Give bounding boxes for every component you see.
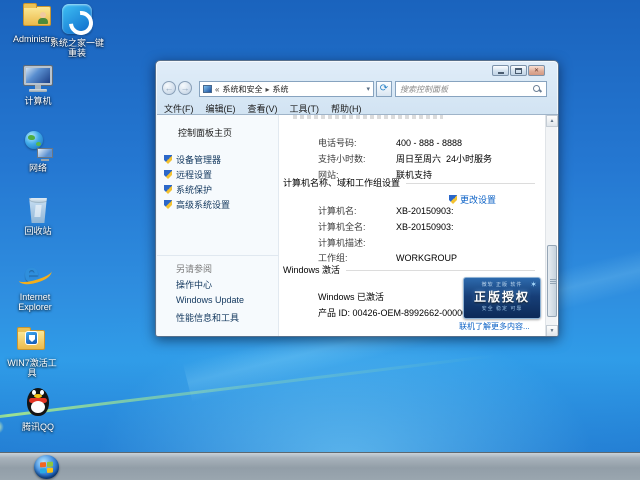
- badge-title-text: 正版授权: [473, 290, 530, 304]
- maximize-button[interactable]: [510, 65, 527, 76]
- forward-button[interactable]: →: [178, 81, 192, 95]
- genuine-license-badge[interactable]: 微软 正版 软件 正版授权 安全 稳定 可靠 ✶: [463, 277, 541, 319]
- address-bar[interactable]: « 系统和安全 ▸ 系统 ▾: [199, 81, 374, 97]
- desktop-icon-recycle-bin[interactable]: 回收站: [3, 196, 73, 236]
- sidebar-task-label: 远程设置: [176, 170, 213, 180]
- scroll-up-arrow-icon[interactable]: ▲: [546, 115, 558, 127]
- syshome-swirl-icon: [62, 4, 92, 36]
- desktop-icon-label: 系统之家一键重装: [49, 38, 104, 58]
- field-value: WORKGROUP: [396, 253, 458, 263]
- caption-buttons: ✕: [492, 65, 545, 76]
- navigation-bar: ← → « 系统和安全 ▸ 系统 ▾ ⟳: [156, 79, 558, 99]
- computer-name-section-header: 计算机名称、域和工作组设置: [283, 176, 535, 189]
- section-title: Windows 激活: [283, 265, 341, 275]
- system-control-panel-window: ✕ ← → « 系统和安全 ▸ 系统 ▾ ⟳ 文件(F) 编辑(E) 查看(V): [155, 60, 559, 337]
- scroll-down-arrow-icon[interactable]: ▼: [546, 325, 558, 336]
- uac-shield-icon: [449, 195, 457, 204]
- clipped-row-remnant: [293, 115, 443, 119]
- start-button[interactable]: [34, 455, 59, 479]
- breadcrumb-item-system-security[interactable]: 系统和安全: [222, 84, 262, 95]
- desktop-icon-syshome-reinstall[interactable]: 系统之家一键重装: [48, 4, 106, 58]
- system-page-icon: [203, 85, 212, 93]
- sidebar: 控制面板主页 设备管理器 远程设置 系统保护 高级系统设置 另请参阅 操作中心 …: [157, 115, 279, 336]
- network-globe-icon: [23, 131, 53, 161]
- desktop: Administra... 系统之家一键重装 计算机 网络 回收站 e Inte…: [0, 0, 640, 480]
- sidebar-item-system-protection[interactable]: 系统保护: [164, 183, 212, 196]
- uac-shield-icon: [164, 200, 172, 209]
- search-icon: [533, 84, 542, 94]
- refresh-icon: ⟳: [379, 83, 389, 94]
- desktop-icon-computer[interactable]: 计算机: [3, 65, 73, 106]
- badge-star-icon: ✶: [530, 280, 537, 289]
- field-value: XB-20150903:: [396, 222, 454, 232]
- change-settings[interactable]: 更改设置: [449, 193, 496, 206]
- forward-arrow-icon: →: [180, 83, 190, 93]
- learn-more-online-link[interactable]: 联机了解更多内容...: [459, 321, 545, 332]
- refresh-button[interactable]: ⟳: [376, 81, 392, 97]
- close-icon: ✕: [533, 67, 540, 74]
- address-dropdown-icon[interactable]: ▾: [366, 85, 370, 93]
- badge-bottom-text: 安全 稳定 可靠: [481, 306, 523, 312]
- product-id-row: 产品 ID: 00426-OEM-8992662-00006: [293, 296, 467, 329]
- ie-icon: e: [16, 258, 54, 290]
- sidebar-task-label: 系统保护: [176, 185, 213, 195]
- desktop-icon-label: 计算机: [24, 96, 52, 106]
- vertical-scrollbar[interactable]: ▲ ▼: [545, 115, 558, 336]
- desktop-icon-internet-explorer[interactable]: e Internet Explorer: [3, 258, 67, 312]
- uac-shield-icon: [164, 155, 172, 164]
- sidebar-item-device-manager[interactable]: 设备管理器: [164, 153, 221, 166]
- desktop-icon-label: 网络: [28, 163, 47, 173]
- sidebar-item-remote-settings[interactable]: 远程设置: [164, 168, 212, 181]
- sidebar-task-label: 高级系统设置: [176, 200, 231, 210]
- desktop-icon-tencent-qq[interactable]: 腾讯QQ: [3, 388, 73, 432]
- uac-shield-icon: [164, 185, 172, 194]
- wallpaper-streak-green: [0, 353, 499, 426]
- tool-folder-icon: [17, 327, 47, 356]
- sidebar-item-performance-tools[interactable]: 性能信息和工具: [176, 311, 239, 324]
- taskbar: e 控制面板\系统和... ✓ 下午 9:30 2015/9/3 星期四: [0, 452, 640, 480]
- minimize-icon: [497, 71, 504, 74]
- breadcrumb-item-system[interactable]: 系统: [272, 84, 288, 95]
- search-input[interactable]: [400, 84, 533, 94]
- section-title: 计算机名称、域和工作组设置: [283, 178, 401, 188]
- desktop-icon-label: WIN7激活工具: [7, 358, 57, 378]
- minimize-button[interactable]: [492, 65, 509, 76]
- maximize-icon: [515, 67, 522, 74]
- desktop-icon-label: 腾讯QQ: [21, 422, 54, 432]
- breadcrumb-overflow-chevrons[interactable]: «: [215, 85, 219, 94]
- sidebar-task-label: 设备管理器: [176, 155, 222, 165]
- section-rule: [346, 270, 535, 271]
- sidebar-item-action-center[interactable]: 操作中心: [176, 278, 212, 291]
- sidebar-item-control-panel-home[interactable]: 控制面板主页: [178, 126, 232, 139]
- scrollbar-thumb[interactable]: [547, 245, 557, 317]
- badge-top-text: 微软 正版 软件: [481, 282, 523, 288]
- see-also-header: 另请参阅: [176, 264, 213, 274]
- back-arrow-icon: ←: [164, 83, 174, 93]
- back-button[interactable]: ←: [162, 81, 176, 95]
- uac-shield-icon: [164, 170, 172, 179]
- desktop-icon-label: 回收站: [24, 226, 52, 236]
- windows-logo-icon: [40, 461, 53, 474]
- qq-penguin-icon: [23, 388, 53, 420]
- window-client-area: 控制面板主页 设备管理器 远程设置 系统保护 高级系统设置 另请参阅 操作中心 …: [157, 114, 558, 336]
- product-id-text: 产品 ID: 00426-OEM-8992662-00006: [318, 308, 468, 318]
- computer-icon: [23, 65, 53, 94]
- change-settings-link[interactable]: 更改设置: [460, 193, 496, 206]
- desktop-icon-network[interactable]: 网络: [3, 131, 73, 173]
- search-box[interactable]: [395, 81, 547, 97]
- sidebar-item-windows-update[interactable]: Windows Update: [176, 295, 244, 305]
- breadcrumb-separator-icon: ▸: [265, 84, 270, 94]
- windows-activation-section-header: Windows 激活: [283, 263, 535, 276]
- section-rule: [406, 183, 535, 184]
- see-also-section: 另请参阅 操作中心 Windows Update 性能信息和工具: [157, 255, 279, 336]
- recycle-bin-icon: [27, 196, 49, 224]
- sidebar-item-advanced-system-settings[interactable]: 高级系统设置: [164, 198, 230, 211]
- desktop-icon-label: Internet Explorer: [18, 292, 52, 312]
- system-info-panel: 电话号码: 400 - 888 - 8888 支持小时数: 周日至周六 24小时服务…: [279, 115, 545, 336]
- close-button[interactable]: ✕: [528, 65, 545, 76]
- desktop-icon-win7-activation-tool[interactable]: WIN7激活工具: [3, 327, 61, 378]
